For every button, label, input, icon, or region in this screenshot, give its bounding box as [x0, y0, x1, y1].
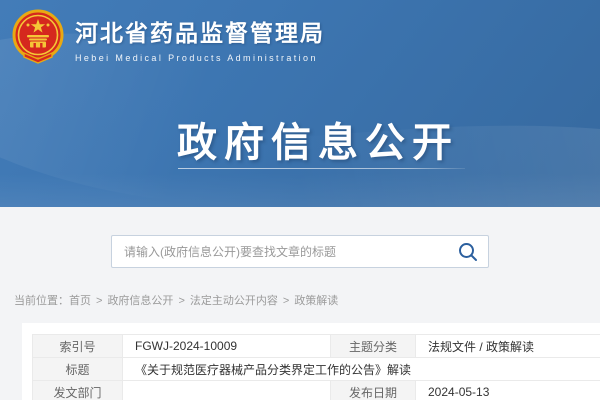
issuing-department-label: 发文部门 [33, 381, 123, 400]
index-number-label: 索引号 [33, 335, 123, 358]
title-value: 《关于规范医疗器械产品分类界定工作的公告》解读 [123, 358, 600, 381]
content-card: 索引号 FGWJ-2024-10009 主题分类 法规文件 / 政策解读 标题 … [22, 323, 600, 400]
search-icon [457, 241, 479, 263]
table-row: 发文部门 发布日期 2024-05-13 [33, 381, 600, 400]
table-row: 索引号 FGWJ-2024-10009 主题分类 法规文件 / 政策解读 [33, 335, 600, 358]
breadcrumb-separator: > [283, 295, 289, 307]
site-logo[interactable]: 河北省药品监督管理局 Hebei Medical Products Admini… [10, 9, 325, 65]
page-title: 政府信息公开 [177, 110, 459, 168]
org-name-cn: 河北省药品监督管理局 [75, 14, 325, 48]
breadcrumb: 当前位置：首页 > 政府信息公开 > 法定主动公开内容 > 政策解读 [14, 292, 600, 308]
publish-date-label: 发布日期 [331, 381, 416, 400]
breadcrumb-item-policy-interpretation[interactable]: 政策解读 [294, 295, 338, 307]
breadcrumb-item-info-disclosure[interactable]: 政府信息公开 [107, 295, 173, 307]
site-title-group: 河北省药品监督管理局 Hebei Medical Products Admini… [75, 9, 325, 63]
breadcrumb-prefix: 当前位置： [14, 295, 69, 307]
china-national-emblem-icon [10, 9, 66, 65]
breadcrumb-item-home[interactable]: 首页 [69, 295, 91, 307]
breadcrumb-separator: > [178, 295, 184, 307]
search-button[interactable] [457, 241, 479, 263]
subject-category-label: 主题分类 [331, 335, 416, 358]
document-meta-table: 索引号 FGWJ-2024-10009 主题分类 法规文件 / 政策解读 标题 … [32, 334, 600, 400]
issuing-department-value [123, 381, 331, 400]
search-input[interactable] [112, 236, 440, 267]
search-section [0, 207, 600, 268]
banner-underline [178, 168, 465, 169]
subject-category-value: 法规文件 / 政策解读 [416, 335, 600, 358]
title-label: 标题 [33, 358, 123, 381]
blue-header-banner: 河北省药品监督管理局 Hebei Medical Products Admini… [0, 0, 600, 207]
table-row: 标题 《关于规范医疗器械产品分类界定工作的公告》解读 [33, 358, 600, 381]
index-number-value: FGWJ-2024-10009 [123, 335, 331, 358]
publish-date-value: 2024-05-13 [416, 381, 600, 400]
breadcrumb-separator: > [96, 295, 102, 307]
banner-wave-decoration [0, 173, 600, 207]
search-box [111, 235, 489, 268]
breadcrumb-item-statutory-content[interactable]: 法定主动公开内容 [190, 295, 278, 307]
org-name-en: Hebei Medical Products Administration [75, 53, 325, 63]
